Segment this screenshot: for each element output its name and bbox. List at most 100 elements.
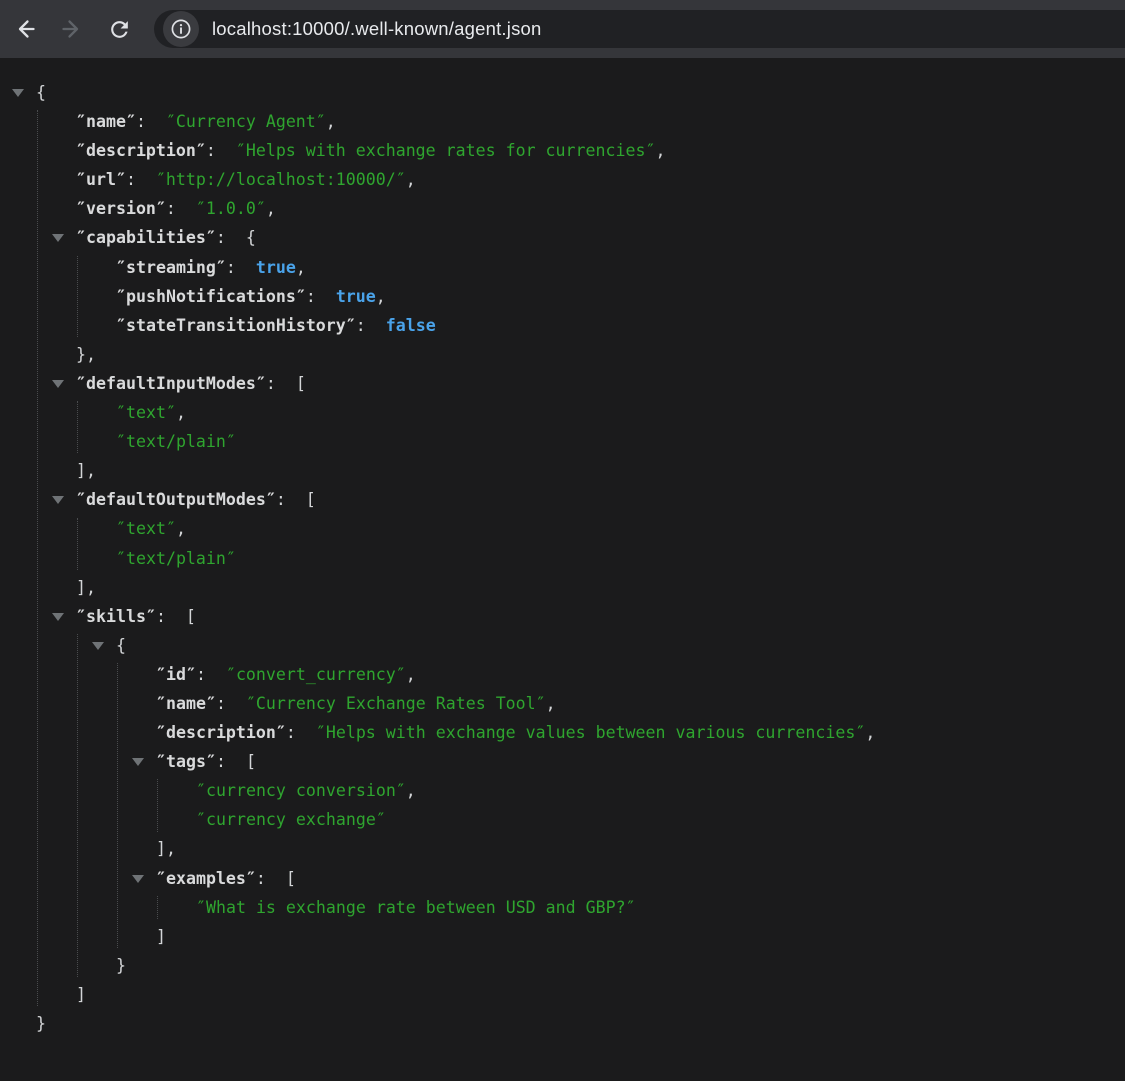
json-punctuation: :: [285, 723, 316, 743]
json-punctuation: :: [225, 257, 256, 277]
json-key: ″description″: [156, 723, 286, 743]
json-line: ]: [0, 922, 1125, 951]
json-punctuation: {: [116, 635, 126, 655]
browser-toolbar: localhost:10000/.well-known/agent.json: [0, 0, 1125, 58]
tree-toggle-icon[interactable]: [52, 612, 64, 621]
json-string-value: ″text″: [116, 403, 176, 423]
json-punctuation: :: [135, 112, 166, 132]
json-line: ″version″: ″1.0.0″,: [0, 194, 1125, 223]
json-line: ″name″: ″Currency Agent″,: [0, 107, 1125, 136]
json-punctuation: ,: [175, 403, 186, 423]
json-line: ″text″,: [0, 398, 1125, 427]
json-punctuation: ,: [405, 170, 416, 190]
json-string-value: ″text″: [116, 519, 176, 539]
json-key: ″url″: [76, 170, 126, 190]
json-punctuation: :: [255, 868, 286, 888]
json-line: ″defaultInputModes″: [: [0, 369, 1125, 398]
json-punctuation: ,: [295, 257, 306, 277]
json-punctuation: ,: [265, 199, 276, 219]
json-punctuation: }: [36, 1014, 46, 1033]
json-punctuation: ,: [175, 519, 186, 539]
back-arrow-icon: [12, 16, 38, 42]
json-string-value: ″Currency Agent″: [165, 112, 326, 132]
json-punctuation: :: [205, 141, 236, 161]
json-punctuation: [: [285, 868, 296, 888]
tree-toggle-icon[interactable]: [52, 379, 64, 388]
json-line: ″id″: ″convert_currency″,: [0, 660, 1125, 689]
json-punctuation: :: [165, 199, 196, 219]
json-string-value: ″Helps with exchange rates for currencie…: [235, 141, 656, 161]
site-info-button[interactable]: [163, 11, 199, 47]
back-button[interactable]: [5, 9, 45, 49]
json-line: ″currency exchange″: [0, 805, 1125, 834]
tree-toggle-icon[interactable]: [92, 641, 104, 650]
indent-guide: [77, 633, 78, 978]
json-punctuation: [: [295, 373, 306, 393]
json-key: ″capabilities″: [76, 228, 216, 248]
json-string-value: ″text/plain″: [116, 432, 236, 452]
indent-guide: [157, 779, 158, 832]
json-punctuation: ,: [865, 723, 876, 743]
json-line: {: [0, 78, 1125, 107]
json-key: ″version″: [76, 199, 166, 219]
json-line: ],: [0, 456, 1125, 485]
json-line: ″streaming″: true,: [0, 253, 1125, 282]
json-punctuation: ]: [156, 926, 166, 946]
json-line: ″name″: ″Currency Exchange Rates Tool″,: [0, 689, 1125, 718]
json-key: ″defaultOutputModes″: [76, 490, 276, 510]
json-string-value: ″currency exchange″: [196, 810, 386, 830]
info-icon: [169, 17, 193, 41]
tree-toggle-icon[interactable]: [52, 234, 64, 243]
json-punctuation: ],: [76, 577, 96, 597]
json-line: ″tags″: [: [0, 747, 1125, 776]
json-line: ],: [0, 573, 1125, 602]
address-bar[interactable]: localhost:10000/.well-known/agent.json: [154, 10, 1125, 48]
json-line: ″text/plain″: [0, 427, 1125, 456]
json-key: ″pushNotifications″: [116, 286, 306, 306]
json-line: {: [0, 631, 1125, 660]
indent-guide: [37, 110, 38, 1007]
json-key: ″name″: [76, 112, 136, 132]
reload-icon: [107, 17, 132, 42]
tree-toggle-icon[interactable]: [132, 874, 144, 883]
indent-guide: [117, 663, 118, 948]
json-punctuation: :: [215, 752, 246, 772]
json-punctuation: ,: [375, 286, 386, 306]
json-punctuation: ,: [325, 112, 336, 132]
json-line: ]: [0, 980, 1125, 1009]
json-string-value: ″1.0.0″: [195, 199, 266, 219]
json-punctuation: ,: [545, 693, 556, 713]
forward-button[interactable]: [52, 9, 92, 49]
json-punctuation: [: [245, 752, 256, 772]
json-punctuation: ],: [156, 839, 176, 859]
json-line: ″text″,: [0, 514, 1125, 543]
json-line: }: [0, 1009, 1125, 1038]
indent-guide: [77, 255, 78, 337]
json-punctuation: [: [185, 606, 196, 626]
json-key: ″name″: [156, 693, 216, 713]
json-punctuation: {: [36, 83, 46, 102]
json-line: ″description″: ″Helps with exchange rate…: [0, 136, 1125, 165]
json-punctuation: ],: [76, 461, 96, 481]
tree-toggle-icon[interactable]: [12, 89, 24, 97]
json-string-value: ″currency conversion″: [196, 781, 406, 801]
tree-toggle-icon[interactable]: [132, 758, 144, 767]
json-line: ″currency conversion″,: [0, 776, 1125, 805]
json-key: ″stateTransitionHistory″: [116, 315, 356, 335]
json-line: ″text/plain″: [0, 544, 1125, 573]
json-line: ″examples″: [: [0, 864, 1125, 893]
json-punctuation: :: [305, 286, 336, 306]
json-line: ″url″: ″http://localhost:10000/″,: [0, 165, 1125, 194]
json-viewer: {″name″: ″Currency Agent″, ″description″:…: [0, 58, 1125, 1081]
json-punctuation: ,: [655, 141, 666, 161]
reload-button[interactable]: [99, 9, 139, 49]
json-key: ″streaming″: [116, 257, 226, 277]
json-key: ″skills″: [76, 606, 156, 626]
json-line: ″capabilities″: {: [0, 223, 1125, 252]
json-boolean-value: true: [255, 257, 296, 277]
json-line: ″description″: ″Helps with exchange valu…: [0, 718, 1125, 747]
tree-toggle-icon[interactable]: [52, 496, 64, 505]
json-punctuation: :: [155, 606, 186, 626]
json-key: ″defaultInputModes″: [76, 373, 266, 393]
json-string-value: ″text/plain″: [116, 548, 236, 568]
